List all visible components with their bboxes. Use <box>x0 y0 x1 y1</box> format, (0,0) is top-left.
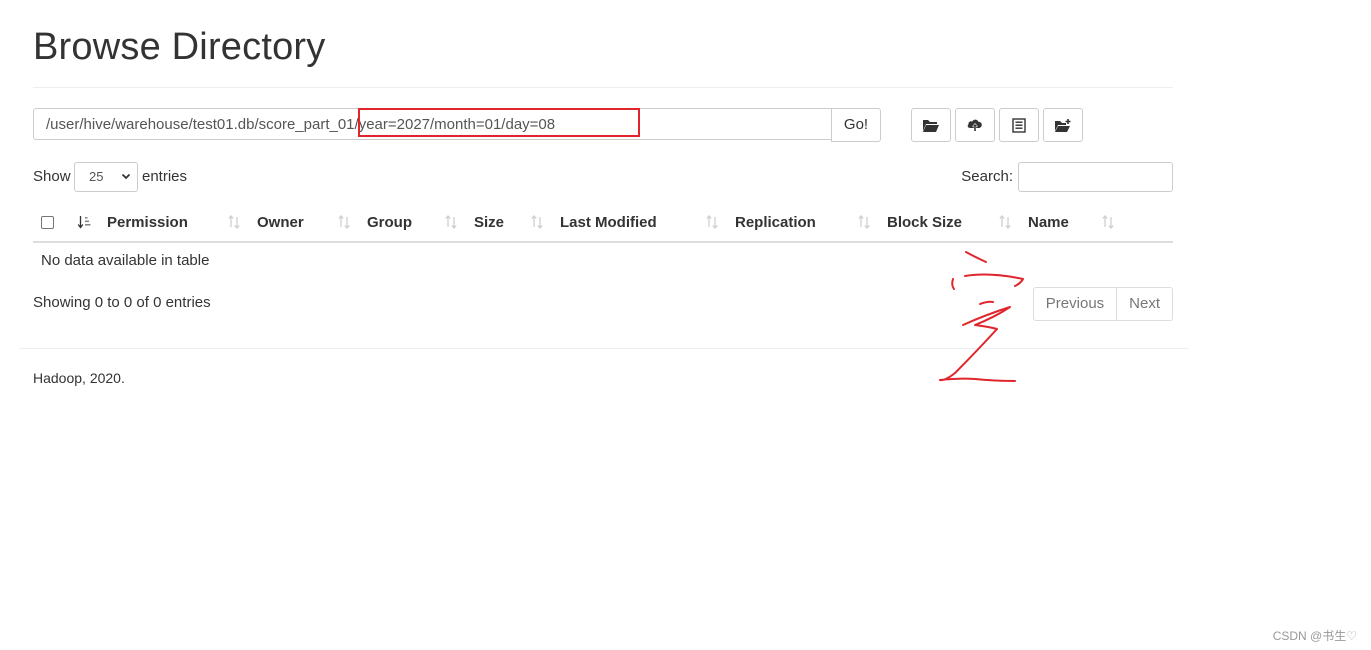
sort-both-icon[interactable] <box>227 214 241 234</box>
handwritten-annotation <box>939 251 1024 382</box>
column-header-size[interactable]: Size <box>474 205 504 241</box>
page-title: Browse Directory <box>33 26 326 68</box>
entries-label: entries <box>142 168 188 185</box>
sort-both-icon[interactable] <box>1101 214 1115 234</box>
create-directory-button[interactable] <box>1043 108 1083 142</box>
sort-both-icon[interactable] <box>857 214 871 234</box>
search-input[interactable] <box>1018 162 1173 192</box>
folder-plus-icon <box>1054 118 1072 133</box>
folder-open-icon <box>922 118 940 133</box>
column-header-owner[interactable]: Owner <box>257 205 304 241</box>
column-header-permission[interactable]: Permission <box>107 205 188 241</box>
previous-page-button[interactable]: Previous <box>1032 287 1118 321</box>
cloud-upload-icon <box>966 117 984 133</box>
sort-both-icon[interactable] <box>444 214 458 234</box>
sort-ascending-icon[interactable] <box>77 214 91 234</box>
table-info: Showing 0 to 0 of 0 entries <box>33 294 211 311</box>
search-label: Search: <box>961 168 1013 185</box>
directory-path-input[interactable]: /user/hive/warehouse/test01.db/score_par… <box>33 108 831 140</box>
table-search: Search: <box>953 162 1173 192</box>
show-label: Show <box>33 168 71 185</box>
entries-select-value: 25 <box>89 169 104 184</box>
go-button[interactable]: Go! <box>831 108 881 142</box>
hdfs-browse-page: Browse Directory /user/hive/warehouse/te… <box>0 0 1371 650</box>
footer-text: Hadoop, 2020. <box>33 370 125 386</box>
pagination: Previous Next <box>1032 287 1173 321</box>
column-header-block-size[interactable]: Block Size <box>887 205 962 241</box>
list-icon <box>1012 117 1026 133</box>
table-header: Permission Owner Group Size Last Modifie… <box>33 205 1173 243</box>
select-all-checkbox[interactable] <box>41 216 54 229</box>
column-header-replication[interactable]: Replication <box>735 205 816 241</box>
title-divider <box>33 87 1173 88</box>
column-header-group[interactable]: Group <box>367 205 412 241</box>
file-list-button[interactable] <box>999 108 1039 142</box>
column-header-last-modified[interactable]: Last Modified <box>560 205 657 241</box>
sort-both-icon[interactable] <box>337 214 351 234</box>
column-header-name[interactable]: Name <box>1028 205 1069 241</box>
sort-both-icon[interactable] <box>530 214 544 234</box>
footer-divider <box>19 348 1189 349</box>
browse-folder-button[interactable] <box>911 108 951 142</box>
upload-file-button[interactable] <box>955 108 995 142</box>
next-page-button[interactable]: Next <box>1117 287 1173 321</box>
csdn-watermark: CSDN @书生♡ <box>1272 629 1357 643</box>
sort-both-icon[interactable] <box>705 214 719 234</box>
entries-per-page-select[interactable]: 25 <box>74 162 138 192</box>
sort-both-icon[interactable] <box>998 214 1012 234</box>
chevron-down-icon <box>121 163 131 201</box>
table-empty-message: No data available in table <box>41 252 210 269</box>
